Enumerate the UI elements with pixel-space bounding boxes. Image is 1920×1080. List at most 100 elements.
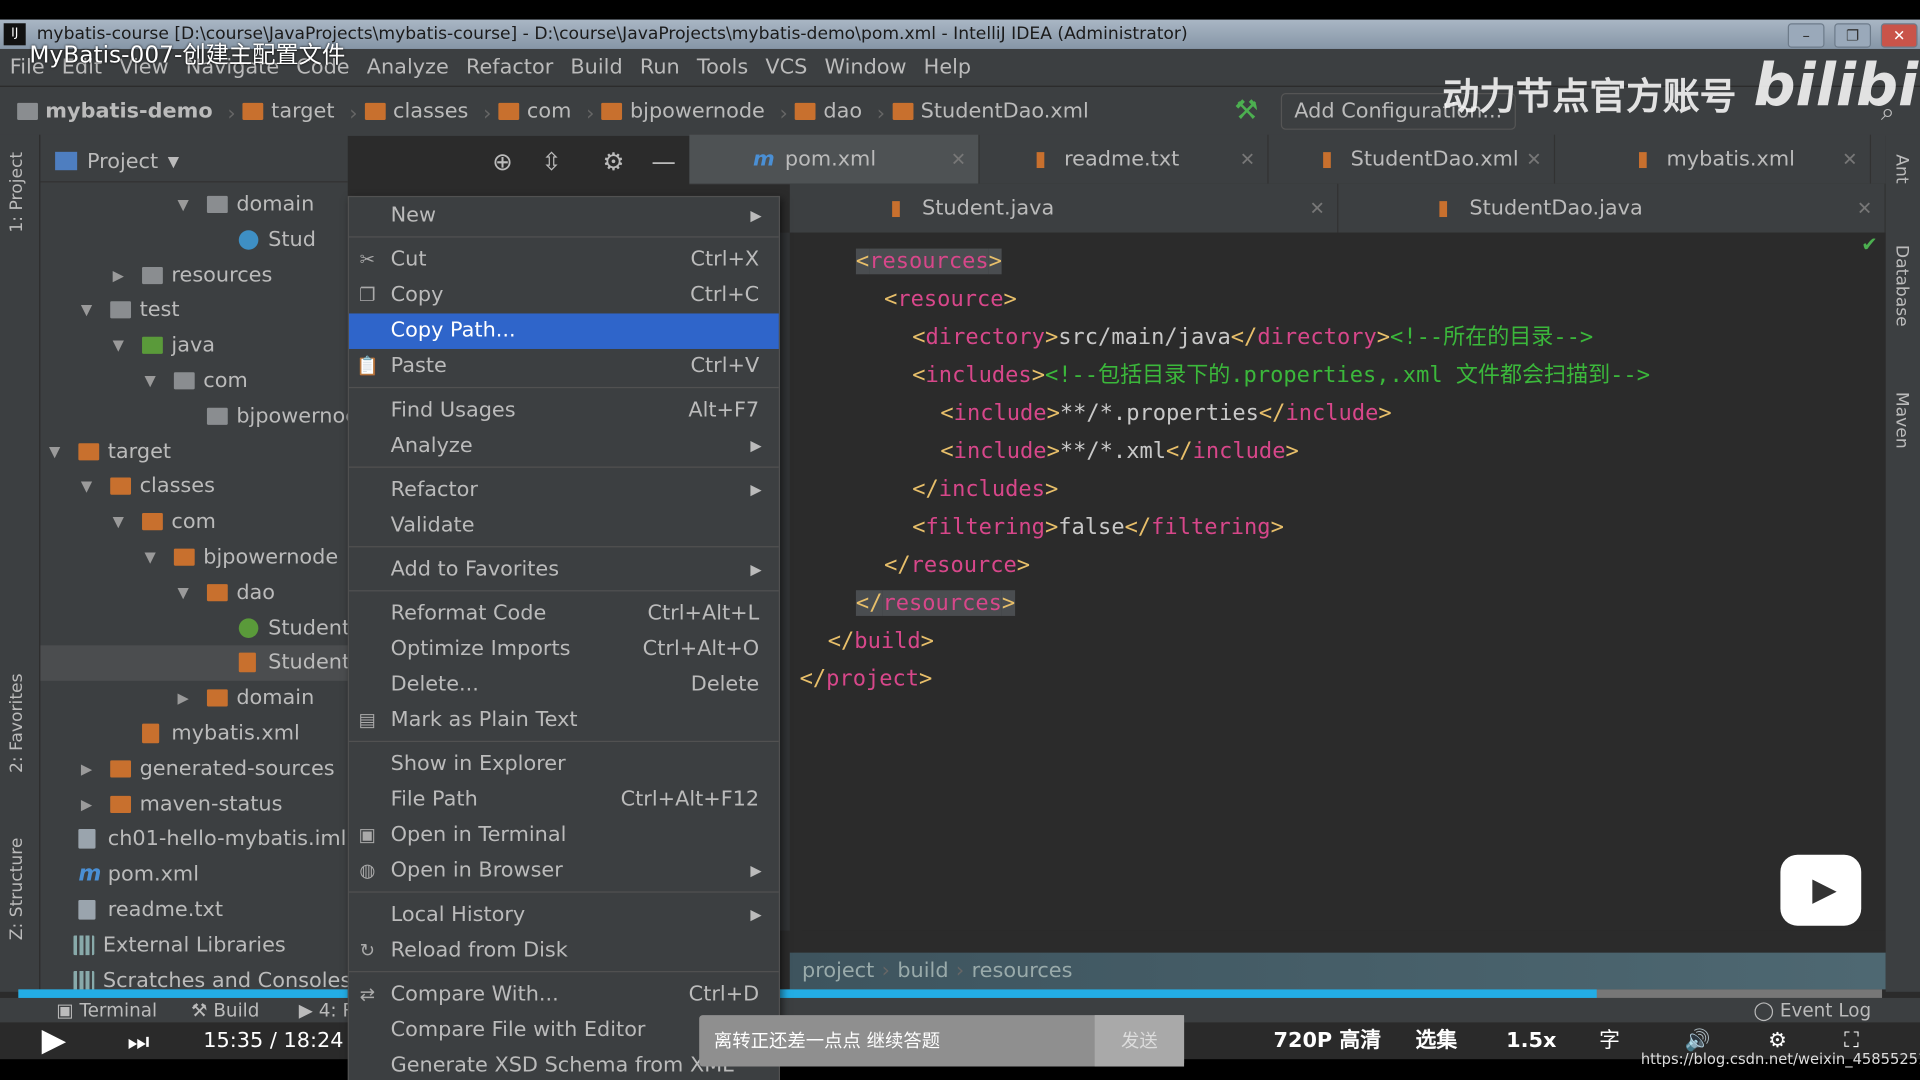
menu-item-refactor[interactable]: Refactor ▶ [349,473,779,509]
breadcrumb-item[interactable]: classes [364,87,468,136]
tree-item[interactable]: bjpowernoc [40,399,348,435]
tree-item[interactable]: readme.txt [40,893,347,929]
chevron-icon[interactable]: ▼ [113,505,124,541]
tab-studentdao-java[interactable]: ▮ StudentDao.java ✕ [1337,183,1886,233]
breadcrumb-item[interactable]: target [243,87,334,136]
tree-item[interactable]: ▼ com [40,505,347,541]
episodes-button[interactable]: 选集 [1416,1022,1458,1059]
tool-database[interactable]: Database [1892,245,1912,327]
menu-item-reload-from-disk[interactable]: ↻ Reload from Disk [349,933,779,969]
editor-breadcrumb-item[interactable]: resources [972,959,1073,983]
menu-item-open-in-terminal[interactable]: ▣ Open in Terminal [349,818,779,854]
send-button[interactable]: 发送 [1094,1015,1185,1067]
tree-item[interactable]: ▶ maven-status [40,787,347,823]
tool-structure[interactable]: Z: Structure [7,838,27,941]
tree-item[interactable]: ▼ test [40,293,347,329]
tree-item[interactable]: ▼ domain [40,187,347,223]
tree-item[interactable]: Stud [40,223,347,259]
breadcrumb-item[interactable]: StudentDao.xml [892,87,1089,136]
tab-mybatis-xml[interactable]: ▮ mybatis.xml ✕ [1581,134,1872,184]
tree-item[interactable]: ▼ java [40,328,347,364]
subtitle-icon[interactable]: 字 [1599,1022,1620,1059]
menu-item-validate[interactable]: Validate [349,508,779,544]
close-tab-icon[interactable]: ✕ [1857,184,1872,233]
menu-item-local-history[interactable]: Local History ▶ [349,898,779,934]
editor-breadcrumb-item[interactable]: build [897,959,948,983]
chevron-icon[interactable]: ▼ [144,364,155,400]
breadcrumb-item[interactable]: mybatis-demo [17,87,213,136]
close-tab-icon[interactable]: ✕ [1309,184,1324,233]
close-window-button[interactable]: ✕ [1880,23,1918,48]
chevron-icon[interactable]: ▼ [81,469,92,505]
chevron-icon[interactable]: ▼ [49,434,60,470]
speed-selector[interactable]: 1.5x [1506,1022,1556,1059]
chevron-icon[interactable]: ▼ [178,187,189,223]
gear-icon[interactable]: ⚙ [602,142,624,181]
tree-item[interactable]: Student [40,611,348,647]
chevron-down-icon[interactable]: ▼ [168,142,179,181]
menu-vcs[interactable]: VCS [765,55,807,79]
tree-item[interactable]: ▶ resources [40,258,347,294]
tree-item[interactable]: ▼ com [40,364,347,400]
tab-readme-txt[interactable]: ▮ readme.txt ✕ [978,134,1269,184]
editor-breadcrumb-item[interactable]: project [802,959,874,983]
menu-item-copy-path[interactable]: Copy Path... [348,313,779,349]
tree-item[interactable]: ▼ dao [40,575,347,611]
tab-student-java[interactable]: ▮ Student.java ✕ [790,183,1339,233]
collapse-all-icon[interactable]: ⇳ [541,142,562,181]
menu-refactor[interactable]: Refactor [466,55,553,79]
chevron-icon[interactable]: ▼ [113,328,124,364]
next-icon[interactable]: ⏭ [127,1022,149,1059]
menu-item-copy[interactable]: ❐ Copy Ctrl+C [349,278,779,314]
tree-item[interactable]: ▼ bjpowernode [40,540,347,576]
menu-item-cut[interactable]: ✂ Cut Ctrl+X [349,242,779,278]
tool-maven[interactable]: Maven [1892,392,1912,449]
danmu-input[interactable]: 离转正还差一点点 继续答题 发送 [699,1015,1185,1067]
chevron-icon[interactable]: ▼ [178,575,189,611]
tool-project[interactable]: 1: Project [7,152,27,233]
menu-run[interactable]: Run [640,55,680,79]
build-hammer-icon[interactable]: ⚒ [1234,87,1258,136]
tree-item[interactable]: ▶ generated-sources [40,752,347,788]
minimize-button[interactable]: – [1787,23,1825,48]
menu-item-open-in-browser[interactable]: ◍ Open in Browser ▶ [349,853,779,889]
breadcrumb-item[interactable]: bjpowernode [601,87,765,136]
menu-item-new[interactable]: New ▶ [349,198,779,234]
tab-pom-xml[interactable]: m pom.xml ✕ [689,134,980,184]
menu-item-delete[interactable]: Delete... Delete [349,667,779,703]
tree-item[interactable]: mybatis.xml [40,716,347,752]
tree-item[interactable]: ▼ classes [40,469,347,505]
close-tab-icon[interactable]: ✕ [1526,135,1541,184]
tool-favorites[interactable]: 2: Favorites [7,673,27,773]
chevron-icon[interactable]: ▼ [144,540,155,576]
menu-item-analyze[interactable]: Analyze ▶ [349,429,779,465]
breadcrumb-item[interactable]: dao [795,87,862,136]
tree-item[interactable]: m pom.xml [40,857,347,893]
breadcrumb-item[interactable]: com [498,87,571,136]
chevron-icon[interactable]: ▶ [81,752,92,788]
chevron-icon[interactable]: ▶ [81,787,92,823]
tree-item[interactable]: External Libraries [40,928,347,964]
tool-event-log[interactable]: ◯ Event Log [1753,998,1871,1022]
video-progress-bar[interactable] [18,989,1883,998]
menu-help[interactable]: Help [924,55,971,79]
menu-item-add-to-favorites[interactable]: Add to Favorites ▶ [349,552,779,588]
menu-item-file-path[interactable]: File Path Ctrl+Alt+F12 [349,782,779,818]
tool-ant[interactable]: Ant [1892,154,1912,183]
chevron-icon[interactable]: ▶ [178,681,189,717]
tree-item[interactable]: ch01-hello-mybatis.iml [40,822,347,858]
menu-analyze[interactable]: Analyze [367,55,449,79]
menu-item-find-usages[interactable]: Find Usages Alt+F7 [349,393,779,429]
play-icon[interactable]: ▶ [42,1022,66,1059]
tree-item[interactable]: Student [40,645,348,682]
menu-item-show-in-explorer[interactable]: Show in Explorer [349,747,779,783]
menu-item-optimize-imports[interactable]: Optimize Imports Ctrl+Alt+O [349,632,779,668]
menu-window[interactable]: Window [824,55,906,79]
menu-item-mark-as-plain-text[interactable]: ▤ Mark as Plain Text [349,703,779,739]
project-view-selector[interactable]: Project [87,142,158,181]
menu-build[interactable]: Build [570,55,622,79]
close-tab-icon[interactable]: ✕ [1240,135,1255,184]
close-tab-icon[interactable]: ✕ [951,135,966,184]
menu-item-reformat-code[interactable]: Reformat Code Ctrl+Alt+L [349,596,779,632]
tool-terminal[interactable]: ▣ Terminal [56,998,157,1022]
